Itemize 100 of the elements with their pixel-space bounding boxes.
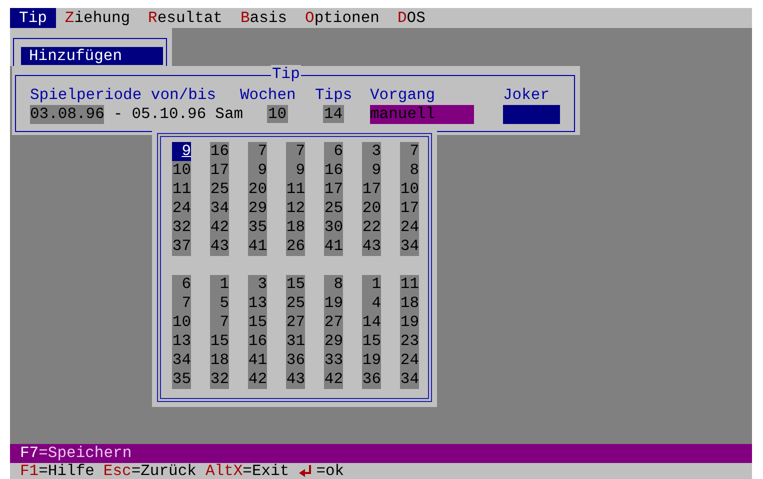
number-cell[interactable]: 19	[362, 351, 381, 370]
menu-item[interactable]: Optionen	[296, 8, 388, 28]
number-cell[interactable]: 36	[362, 370, 381, 389]
weeks-field[interactable]: 10	[267, 105, 288, 123]
number-cell[interactable]: 17	[400, 199, 419, 218]
field-label: Spielperiode von/bis	[30, 86, 218, 105]
number-cell[interactable]: 42	[210, 218, 229, 237]
number-cell[interactable]: 19	[400, 313, 419, 332]
number-cell[interactable]: 41	[248, 351, 267, 370]
number-cell[interactable]: 43	[362, 237, 381, 256]
number-cell[interactable]: 18	[286, 218, 305, 237]
number-cell[interactable]: 14	[362, 313, 381, 332]
number-cell[interactable]: 10	[172, 161, 191, 180]
number-cell[interactable]: 9	[286, 161, 305, 180]
number-cell[interactable]: 29	[324, 332, 343, 351]
number-cell[interactable]: 9	[362, 161, 381, 180]
number-cell[interactable]: 32	[210, 370, 229, 389]
number-cell[interactable]: 8	[400, 161, 419, 180]
number-cell[interactable]: 36	[286, 351, 305, 370]
number-cell[interactable]: 7	[210, 313, 229, 332]
number-cell[interactable]: 10	[172, 313, 191, 332]
number-cell[interactable]: 17	[362, 180, 381, 199]
number-cell[interactable]: 29	[248, 199, 267, 218]
field-label: Wochen	[240, 86, 297, 105]
number-cell[interactable]: 20	[248, 180, 267, 199]
number-cell[interactable]: 12	[286, 199, 305, 218]
tips-field[interactable]: 14	[323, 105, 344, 123]
number-cell[interactable]: 42	[324, 370, 343, 389]
number-cell[interactable]: 24	[400, 218, 419, 237]
number-cell[interactable]: 3	[362, 142, 381, 161]
number-cell[interactable]: 41	[324, 237, 343, 256]
number-cell[interactable]: 15	[210, 332, 229, 351]
number-cell[interactable]: 23	[400, 332, 419, 351]
number-cell[interactable]: 34	[400, 237, 419, 256]
number-cell[interactable]: 26	[286, 237, 305, 256]
number-cell[interactable]: 27	[324, 313, 343, 332]
number-cell[interactable]: 11	[286, 180, 305, 199]
number-cell[interactable]: 33	[324, 351, 343, 370]
number-cell[interactable]: 16	[248, 332, 267, 351]
number-cell[interactable]: 15	[362, 332, 381, 351]
number-cell[interactable]: 15	[248, 313, 267, 332]
number-cell[interactable]: 7	[172, 294, 191, 313]
number-cell[interactable]: 17	[210, 161, 229, 180]
joker-field[interactable]	[503, 105, 560, 124]
number-cell[interactable]: 13	[248, 294, 267, 313]
number-cell[interactable]: 34	[210, 199, 229, 218]
number-cell[interactable]: 37	[172, 237, 191, 256]
number-cell[interactable]: 42	[248, 370, 267, 389]
number-cell[interactable]: 16	[324, 161, 343, 180]
number-cell[interactable]: 7	[248, 142, 267, 161]
menu-item[interactable]: Tip	[10, 8, 56, 28]
number-cell[interactable]: 34	[172, 351, 191, 370]
number-cell[interactable]: 19	[324, 294, 343, 313]
number-cell[interactable]: 31	[286, 332, 305, 351]
number-cell[interactable]: 34	[400, 370, 419, 389]
number-cell[interactable]: 6	[324, 142, 343, 161]
menu-item[interactable]: Resultat	[139, 8, 232, 28]
number-cell[interactable]: 20	[362, 199, 381, 218]
number-cell[interactable]: 41	[248, 237, 267, 256]
menu-item[interactable]: Basis	[231, 8, 296, 28]
number-cell[interactable]: 11	[172, 180, 191, 199]
submenu-item[interactable]: Hinzufügen	[21, 47, 163, 65]
number-cell[interactable]: 15	[286, 275, 305, 294]
number-cell[interactable]: 17	[324, 180, 343, 199]
menu-item[interactable]: DOS	[388, 8, 434, 28]
number-cell[interactable]: 9	[172, 142, 191, 161]
number-cell[interactable]: 1	[210, 275, 229, 294]
number-cell[interactable]: 43	[210, 237, 229, 256]
number-cell[interactable]: 5	[210, 294, 229, 313]
number-cell[interactable]: 24	[400, 351, 419, 370]
number-cell[interactable]: 6	[172, 275, 191, 294]
number-cell[interactable]: 16	[210, 142, 229, 161]
number-cell[interactable]: 11	[400, 275, 419, 294]
number-cell[interactable]: 35	[172, 370, 191, 389]
number-cell[interactable]: 32	[172, 218, 191, 237]
number-cell[interactable]: 35	[248, 218, 267, 237]
number-cell[interactable]: 43	[286, 370, 305, 389]
number-cell[interactable]: 30	[324, 218, 343, 237]
number-cell[interactable]: 24	[172, 199, 191, 218]
number-cell[interactable]: 4	[362, 294, 381, 313]
number-cell[interactable]: 7	[286, 142, 305, 161]
number-cell[interactable]: 18	[400, 294, 419, 313]
number-cell[interactable]: 25	[286, 294, 305, 313]
number-cell[interactable]: 27	[286, 313, 305, 332]
number-cell[interactable]: 9	[248, 161, 267, 180]
number-cell[interactable]: 7	[400, 142, 419, 161]
number-cell[interactable]: 8	[324, 275, 343, 294]
date-field[interactable]: 03.08.96	[30, 105, 104, 124]
key-label: F1	[20, 463, 39, 479]
number-cell[interactable]: 22	[362, 218, 381, 237]
menu-item[interactable]: Ziehung	[56, 8, 140, 28]
key-label: Esc	[103, 463, 132, 479]
number-cell[interactable]: 1	[362, 275, 381, 294]
number-cell[interactable]: 25	[324, 199, 343, 218]
number-cell[interactable]: 3	[248, 275, 267, 294]
number-cell[interactable]: 13	[172, 332, 191, 351]
number-cell[interactable]: 25	[210, 180, 229, 199]
number-cell[interactable]: 18	[210, 351, 229, 370]
number-cell[interactable]: 10	[400, 180, 419, 199]
status-text: =Hilfe	[38, 463, 94, 479]
